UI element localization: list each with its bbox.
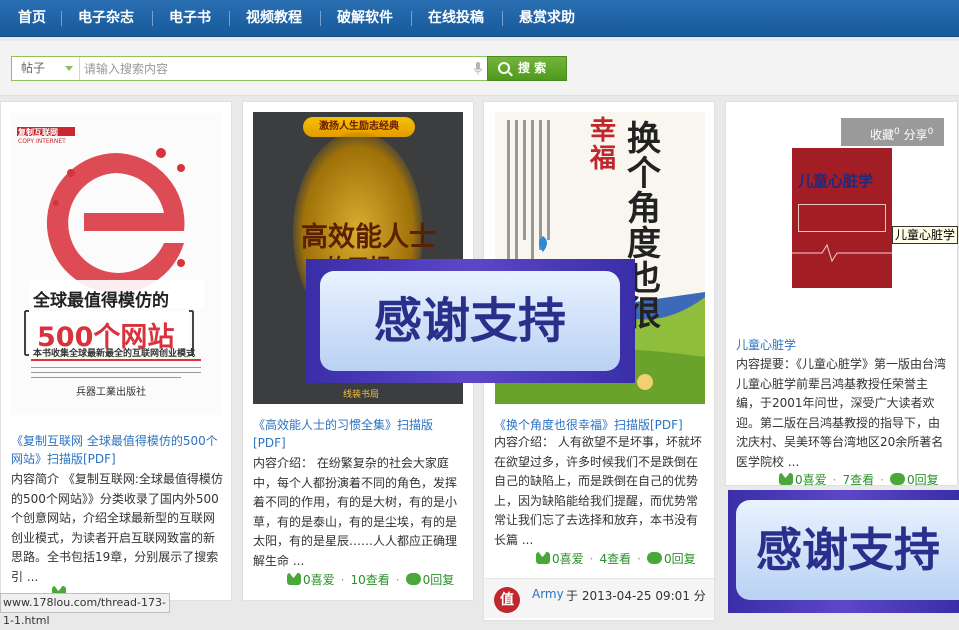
author-row: 值 Army 于 2013-04-25 09:01 分 [484,578,714,618]
thanks-text: 感谢支持 [320,271,620,371]
share-count: 0 [927,127,934,137]
comment-icon[interactable] [889,473,905,485]
nav-ezine[interactable]: 电子杂志 [78,0,134,37]
nav-submit[interactable]: 在线投稿 [428,0,484,37]
book-card: 兵器工業出版社 复制互联网 COPY INTERNET 全球最值得模仿的 500… [0,101,232,601]
views-count: 7查看 [842,473,875,487]
book-description: 内容介绍： 在纷繁复杂的社会大家庭中，每个人都扮演着不同的角色，发挥着不同的作用… [253,456,458,568]
fav-button[interactable]: 收藏 [870,128,894,142]
cover-logo: 复制互联网 [18,128,58,137]
nav-separator [502,11,503,26]
search-input[interactable] [84,59,464,78]
author-name[interactable]: Army [532,587,564,601]
search-box: 帖子 [11,56,487,81]
thanks-overlay: 感谢支持 [306,259,635,383]
likes-count[interactable]: 0喜爱 [795,473,827,487]
cover-note: 本书收集全球最新最全的互联网创业模式 [33,349,196,359]
nav-ebook[interactable]: 电子书 [169,0,211,37]
book-title-link[interactable]: 《高效能人士的习惯全集》扫描版[PDF] [253,416,463,452]
cover-art: 兵器工業出版社 [11,113,221,415]
nav-separator [229,11,230,26]
thanks-text: 感谢支持 [736,500,959,600]
book-description: 内容介绍： 人有欲望不是坏事，坏就坏在欲望过多，许多时候我们不是跌倒在自己的缺陷… [494,435,702,547]
likes-count[interactable]: 0喜爱 [303,573,335,587]
views-count: 4查看 [599,552,632,566]
comment-icon[interactable] [646,552,662,564]
share-button[interactable]: 分享 [904,128,928,142]
search-button-label: 搜 索 [518,61,547,75]
replies-count[interactable]: 0回复 [423,573,455,587]
status-url-bar: www.178lou.com/thread-173-1-1.html [0,593,170,627]
book-stats: 0喜爱·7查看·0回复 [779,470,939,488]
nav-software[interactable]: 破解软件 [337,0,393,37]
book-title-link[interactable]: 儿童心脏学 [736,336,946,354]
nav-separator [320,11,321,26]
nav-separator [61,11,62,26]
chevron-down-icon [65,66,73,71]
book-description: 内容提要：《儿童心脏学》第一版由台湾儿童心脏学前辈吕鸿基教授任荣誉主编，于200… [736,357,947,469]
views-count: 10查看 [350,573,390,587]
book-card: 儿童心脏学 收藏0 分享0 儿童心脏学 儿童心脏学 内容提要：《儿童心脏学》第一… [725,101,959,488]
replies-count[interactable]: 0回复 [664,552,696,566]
book-cover[interactable]: 儿童心脏学 [792,148,892,288]
search-button[interactable]: 搜 索 [487,56,567,81]
nav-video[interactable]: 视频教程 [246,0,302,37]
book-stats: 0喜爱·10查看·0回复 [287,570,455,588]
post-time: 于 2013-04-25 09:01 分 [566,589,706,603]
svg-text:兵器工業出版社: 兵器工業出版社 [76,385,146,398]
fav-share-bar: 收藏0 分享0 [841,118,944,146]
nav-bounty[interactable]: 悬赏求助 [519,0,575,37]
cover-publisher: 线装书局 [343,390,380,400]
search-icon [498,62,510,74]
fav-count: 0 [894,127,900,137]
heart-icon[interactable] [779,470,793,485]
cover-red-title: 幸福 [590,116,617,174]
comment-icon[interactable] [405,573,421,585]
book-description: 内容简介 《复制互联网:全球最值得模仿的500个网站》》分类收录了国内外500个… [11,472,223,584]
top-nav: 首页 电子杂志 电子书 视频教程 破解软件 在线投稿 悬赏求助 [0,0,959,37]
nav-separator [411,11,412,26]
book-cover[interactable]: 兵器工業出版社 复制互联网 COPY INTERNET 全球最值得模仿的 500… [11,113,221,415]
nav-separator [152,11,153,26]
heart-icon[interactable] [536,549,550,564]
replies-count[interactable]: 0回复 [907,473,939,487]
book-title-link[interactable]: 《复制互联网 全球最值得模仿的500个网站》扫描版[PDF] [11,432,221,468]
book-title-link[interactable]: 《换个角度也很幸福》扫描版[PDF] [494,416,704,434]
avatar[interactable]: 值 [494,587,520,613]
thanks-overlay: 感谢支持 [728,490,959,613]
likes-count[interactable]: 0喜爱 [552,552,584,566]
heartbeat-line [792,243,892,263]
nav-home[interactable]: 首页 [18,0,46,37]
heart-icon[interactable] [287,570,301,585]
search-type-select[interactable]: 帖子 [12,57,80,80]
cover-main-title: 全球最值得模仿的 [33,291,169,311]
book-stats: 0喜爱·4查看·0回复 [536,549,696,567]
cover-title: 儿童心脏学 [798,172,874,190]
cover-subtitle: COPY INTERNET [18,138,66,145]
microphone-icon[interactable] [474,62,482,75]
cover-big-title: 高效能人士 [301,222,436,253]
search-type-label: 帖子 [21,61,46,75]
tooltip: 儿童心脏学 [892,226,959,244]
